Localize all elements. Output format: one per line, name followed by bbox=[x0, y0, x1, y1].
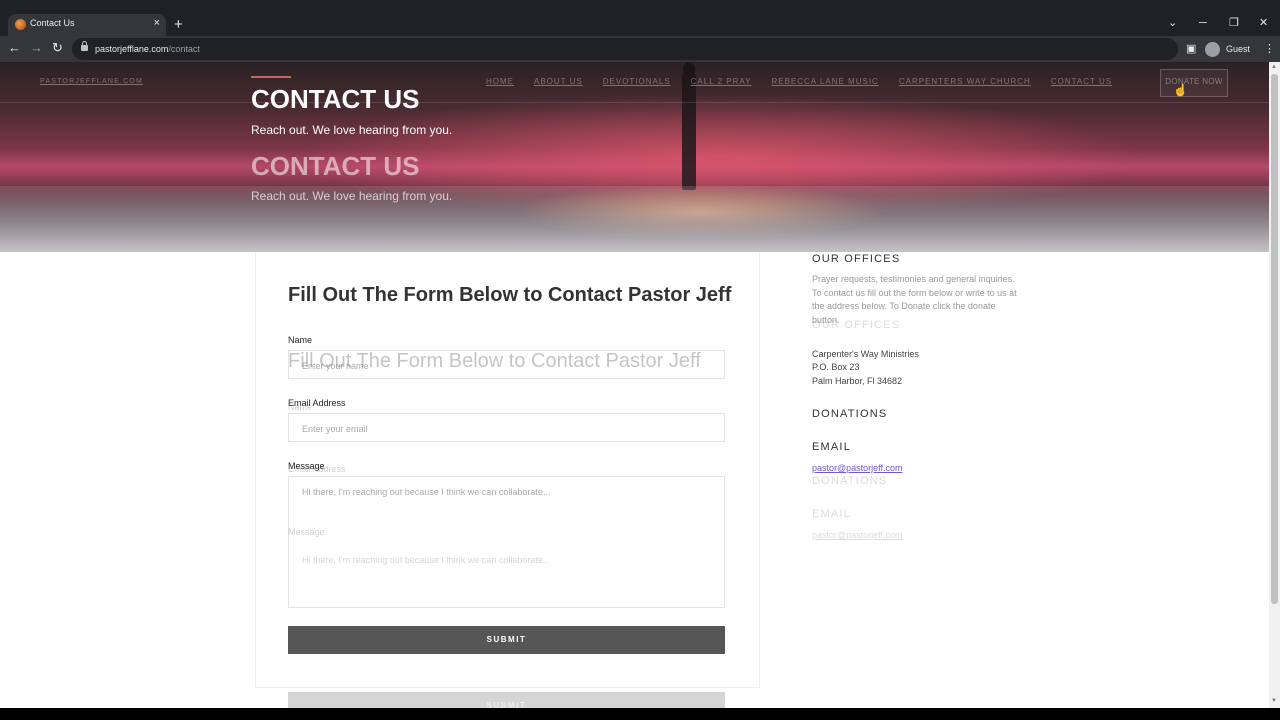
new-tab-icon[interactable]: + bbox=[174, 17, 183, 32]
message-textarea[interactable]: Hi there, I'm reaching out because I thi… bbox=[288, 476, 725, 608]
lock-icon bbox=[81, 41, 88, 53]
title-accent-line bbox=[251, 76, 291, 78]
page-title-ghost: CONTACT US bbox=[251, 151, 420, 181]
scroll-down-icon[interactable]: ▼ bbox=[1271, 698, 1277, 704]
offices-title-ghost: OUR OFFICES bbox=[812, 319, 901, 331]
message-label-ghost: Message bbox=[288, 527, 325, 537]
site-favicon-icon bbox=[15, 19, 26, 30]
side-panel-icon[interactable]: ▣ bbox=[1186, 42, 1196, 55]
tab-search-icon[interactable]: ⌄ bbox=[1168, 17, 1177, 29]
scroll-up-icon[interactable]: ▲ bbox=[1271, 64, 1277, 70]
header-divider bbox=[0, 102, 1269, 103]
email-label-ghost: Email Address bbox=[288, 464, 346, 474]
page-scrollbar[interactable]: ▲ ▼ bbox=[1269, 62, 1280, 708]
url-domain: pastorjefflane.com bbox=[95, 44, 169, 54]
tab-close-icon[interactable]: × bbox=[154, 17, 160, 29]
page-subtitle: Reach out. We love hearing from you. bbox=[251, 123, 453, 137]
nav-rebecca-lane-music[interactable]: REBECCA LANE MUSIC bbox=[771, 77, 878, 86]
address-bar[interactable]: pastorjefflane.com/contact bbox=[72, 38, 1178, 60]
tab-title: Contact Us bbox=[30, 18, 75, 28]
site-logo-link[interactable]: PASTORJEFFLANE.COM bbox=[40, 78, 143, 85]
scrollbar-thumb[interactable] bbox=[1271, 74, 1278, 604]
restore-icon[interactable]: ❐ bbox=[1229, 17, 1239, 29]
nav-contact-us[interactable]: CONTACT US bbox=[1051, 77, 1112, 86]
form-heading-ghost: Fill Out The Form Below to Contact Pasto… bbox=[288, 350, 701, 372]
donations-title: DONATIONS bbox=[812, 408, 888, 420]
email-input[interactable]: Enter your email bbox=[288, 413, 725, 442]
hero-banner: PASTORJEFFLANE.COM HOME ABOUT US DEVOTIO… bbox=[0, 62, 1269, 252]
donations-title-ghost: DONATIONS bbox=[812, 475, 888, 487]
donate-now-button[interactable]: DONATE NOW bbox=[1160, 69, 1228, 97]
nav-call-2-pray[interactable]: CALL 2 PRAY bbox=[691, 77, 752, 86]
nav-carpenters-way-church[interactable]: CARPENTERS WAY CHURCH bbox=[899, 77, 1031, 86]
address-line-2: P.O. Box 23 bbox=[812, 362, 860, 372]
email-link-ghost: pastor@pastorjeff.com bbox=[812, 530, 903, 540]
address-line-3: Palm Harbor, Fl 34682 bbox=[812, 376, 903, 386]
page-viewport: PASTORJEFFLANE.COM HOME ABOUT US DEVOTIO… bbox=[0, 62, 1269, 708]
reload-icon[interactable]: ↻ bbox=[52, 41, 63, 55]
browser-toolbar: ← → ↻ pastorjefflane.com/contact ▣ Guest… bbox=[0, 36, 1280, 62]
bottom-strip bbox=[0, 708, 1280, 720]
url-path: /contact bbox=[168, 44, 200, 54]
browser-menu-icon[interactable]: ⋮ bbox=[1264, 42, 1275, 55]
page-subtitle-ghost: Reach out. We love hearing from you. bbox=[251, 189, 453, 203]
submit-button[interactable]: SUBMIT bbox=[288, 626, 725, 654]
profile-label[interactable]: Guest bbox=[1226, 44, 1250, 54]
name-label: Name bbox=[288, 335, 313, 345]
minimize-icon[interactable]: ─ bbox=[1199, 17, 1207, 29]
hero-ghost-band bbox=[0, 186, 1269, 252]
profile-avatar-icon[interactable] bbox=[1205, 42, 1220, 57]
window-close-icon[interactable]: ✕ bbox=[1259, 17, 1268, 29]
forward-icon[interactable]: → bbox=[30, 41, 43, 55]
hero-silhouette bbox=[682, 70, 696, 190]
main-nav: HOME ABOUT US DEVOTIONALS CALL 2 PRAY RE… bbox=[486, 77, 1132, 86]
message-placeholder-ghost: Hi there, I'm reaching out because I thi… bbox=[302, 555, 551, 565]
address-line-1: Carpenter's Way Ministries bbox=[812, 349, 919, 359]
browser-tab[interactable]: Contact Us × bbox=[8, 14, 166, 36]
email-link[interactable]: pastor@pastorjeff.com bbox=[812, 463, 903, 473]
nav-about-us[interactable]: ABOUT US bbox=[534, 77, 583, 86]
name-label-ghost: Name bbox=[288, 402, 313, 412]
email-title-ghost: EMAIL bbox=[812, 508, 852, 520]
offices-title: OUR OFFICES bbox=[812, 253, 901, 265]
hand-cursor-icon: ☝ bbox=[1173, 83, 1188, 97]
form-heading: Fill Out The Form Below to Contact Pasto… bbox=[288, 284, 732, 306]
url-text: pastorjefflane.com/contact bbox=[95, 44, 200, 54]
submit-button-ghost: SUBMIT bbox=[288, 692, 725, 708]
nav-devotionals[interactable]: DEVOTIONALS bbox=[603, 77, 671, 86]
page-title: CONTACT US bbox=[251, 84, 420, 114]
back-icon[interactable]: ← bbox=[8, 41, 21, 55]
browser-tab-bar: Contact Us × + ⌄ ─ ❐ ✕ bbox=[0, 0, 1280, 36]
nav-home[interactable]: HOME bbox=[486, 77, 514, 86]
email-title: EMAIL bbox=[812, 441, 852, 453]
